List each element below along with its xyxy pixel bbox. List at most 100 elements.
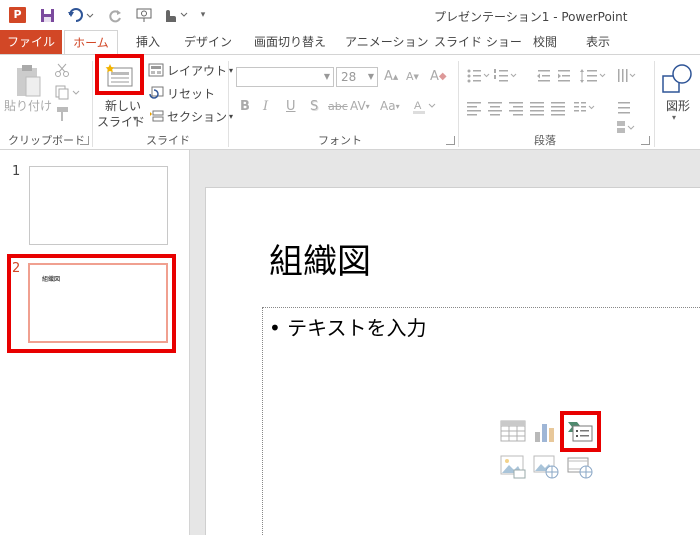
tab-view[interactable]: 表示	[580, 30, 616, 54]
insert-chart-icon[interactable]	[533, 418, 559, 444]
copy-icon[interactable]	[54, 83, 84, 101]
paragraph-row1	[466, 67, 636, 85]
touch-mode-icon[interactable]	[160, 6, 190, 24]
slide-thumbnail-1[interactable]	[29, 166, 168, 245]
powerpoint-app-icon: P	[9, 7, 26, 23]
font-group-label: フォント	[318, 134, 362, 147]
placeholder-text: • テキストを入力	[269, 316, 427, 340]
smartart-highlight	[560, 411, 601, 452]
customize-toolbar-icon[interactable]: ▾	[196, 6, 210, 24]
chevron-down-icon: ▾	[229, 111, 234, 121]
window-title: プレゼンテーション1 - PowerPoint	[434, 10, 628, 24]
undo-icon[interactable]	[66, 6, 96, 24]
new-slide-label[interactable]: スライド	[97, 113, 145, 130]
grow-font-button[interactable]: A ▲	[384, 69, 398, 84]
tab-slideshow[interactable]: スライド ショー	[434, 30, 522, 54]
separator	[92, 61, 93, 147]
section-label: セクション	[167, 109, 228, 124]
shapes-button[interactable]: 図形	[666, 97, 690, 114]
section-button[interactable]: セクション ▾	[148, 107, 233, 125]
clipboard-launcher-icon[interactable]	[80, 136, 89, 145]
align-center-icon	[488, 102, 502, 116]
clear-format-button[interactable]: A ◆	[430, 69, 447, 84]
insert-table-icon[interactable]	[500, 418, 526, 444]
font-size-value: 28	[341, 70, 357, 84]
reset-label: リセット	[167, 86, 216, 101]
tab-design[interactable]: デザイン	[183, 30, 233, 54]
slide-canvas[interactable]: 組織図 • テキストを入力	[205, 187, 700, 535]
distributed-icon	[551, 102, 565, 116]
font-size-combo[interactable]: 28 ▼	[336, 67, 378, 87]
ribbon: 貼り付け クリップボード 新しい スライド ▾ レイアウト ▾ リセット セクシ…	[0, 54, 700, 150]
svg-text:A: A	[414, 100, 422, 112]
chevron-down-icon: ▾	[229, 65, 234, 75]
thumbnail-number: 1	[12, 164, 21, 179]
ribbon-tabs: ファイル ホーム 挿入 デザイン 画面切り替え アニメーション スライド ショー…	[0, 30, 700, 55]
selected-slide-highlight	[7, 254, 176, 353]
section-icon	[150, 110, 164, 122]
tab-insert[interactable]: 挿入	[130, 30, 166, 54]
shadow-button[interactable]: S	[310, 99, 318, 114]
shrink-font-button[interactable]: A ▼	[406, 70, 419, 83]
smartart-convert-icon[interactable]	[616, 120, 636, 134]
reset-button[interactable]: リセット	[148, 84, 215, 102]
font-color-button[interactable]: A	[412, 98, 438, 114]
separator	[458, 61, 459, 147]
paste-icon[interactable]	[10, 61, 46, 101]
paste-button[interactable]: 貼り付け	[4, 97, 52, 114]
content-placeholder[interactable]: • テキストを入力	[262, 307, 700, 535]
title-bar: P ▾ プレゼンテーション1 - PowerPoint	[0, 0, 700, 30]
layout-label: レイアウト	[167, 63, 228, 78]
reset-icon	[149, 86, 164, 99]
separator	[228, 61, 229, 147]
insert-online-picture-icon[interactable]	[533, 453, 559, 479]
change-case-button[interactable]: Aa ▾	[380, 99, 400, 113]
paragraph-launcher-icon[interactable]	[641, 136, 650, 145]
decrease-indent-icon	[537, 70, 550, 82]
align-right-icon	[509, 102, 523, 116]
tab-review[interactable]: 校閲	[527, 30, 563, 54]
new-slide-label[interactable]: 新しい	[105, 97, 141, 114]
align-left-icon	[467, 102, 481, 116]
redo-icon[interactable]	[106, 6, 124, 24]
chevron-down-icon: ▼	[367, 72, 374, 81]
numbering-icon	[494, 69, 508, 82]
format-painter-icon[interactable]	[54, 105, 74, 123]
chevron-down-icon: ▼	[323, 72, 330, 81]
increase-indent-icon	[558, 70, 570, 82]
justify-icon	[530, 102, 544, 116]
italic-button[interactable]: I	[263, 99, 268, 114]
slides-group-label: スライド	[146, 134, 190, 147]
start-from-beginning-icon[interactable]	[134, 6, 156, 24]
align-text-icon	[618, 102, 630, 114]
columns-icon	[574, 102, 586, 112]
layout-button[interactable]: レイアウト ▾	[148, 61, 233, 79]
save-icon[interactable]	[38, 6, 56, 24]
strikethrough-button[interactable]: abc	[328, 100, 348, 113]
chevron-down-icon[interactable]: ▾	[672, 113, 676, 122]
layout-icon	[148, 63, 164, 77]
paragraph-row2	[466, 99, 636, 117]
font-color-icon: A	[413, 100, 436, 114]
new-slide-highlight	[95, 54, 144, 95]
tab-transitions[interactable]: 画面切り替え	[250, 30, 330, 54]
bold-button[interactable]: B	[240, 99, 250, 114]
tab-animations[interactable]: アニメーション	[345, 30, 429, 54]
workspace: 1 2 組織図 組織図 • テキストを入力	[0, 150, 700, 535]
insert-video-icon[interactable]	[567, 453, 593, 479]
clipboard-group-label: クリップボード	[8, 134, 85, 147]
chevron-down-icon[interactable]: ▾	[133, 114, 137, 123]
underline-button[interactable]: U	[286, 99, 296, 114]
font-name-combo[interactable]: ▼	[236, 67, 334, 87]
paragraph-group-label: 段落	[534, 134, 556, 147]
insert-picture-icon[interactable]	[500, 453, 526, 479]
character-spacing-button[interactable]: AV ▾	[350, 99, 370, 113]
tab-file[interactable]: ファイル	[0, 30, 62, 54]
slide-thumbnail-pane[interactable]: 1 2 組織図	[0, 150, 190, 535]
slide-title[interactable]: 組織図	[269, 234, 371, 283]
tab-home[interactable]: ホーム	[64, 30, 118, 55]
shapes-icon[interactable]	[660, 61, 694, 97]
cut-icon[interactable]	[54, 61, 74, 79]
bullets-icon	[467, 69, 481, 83]
font-launcher-icon[interactable]	[446, 136, 455, 145]
